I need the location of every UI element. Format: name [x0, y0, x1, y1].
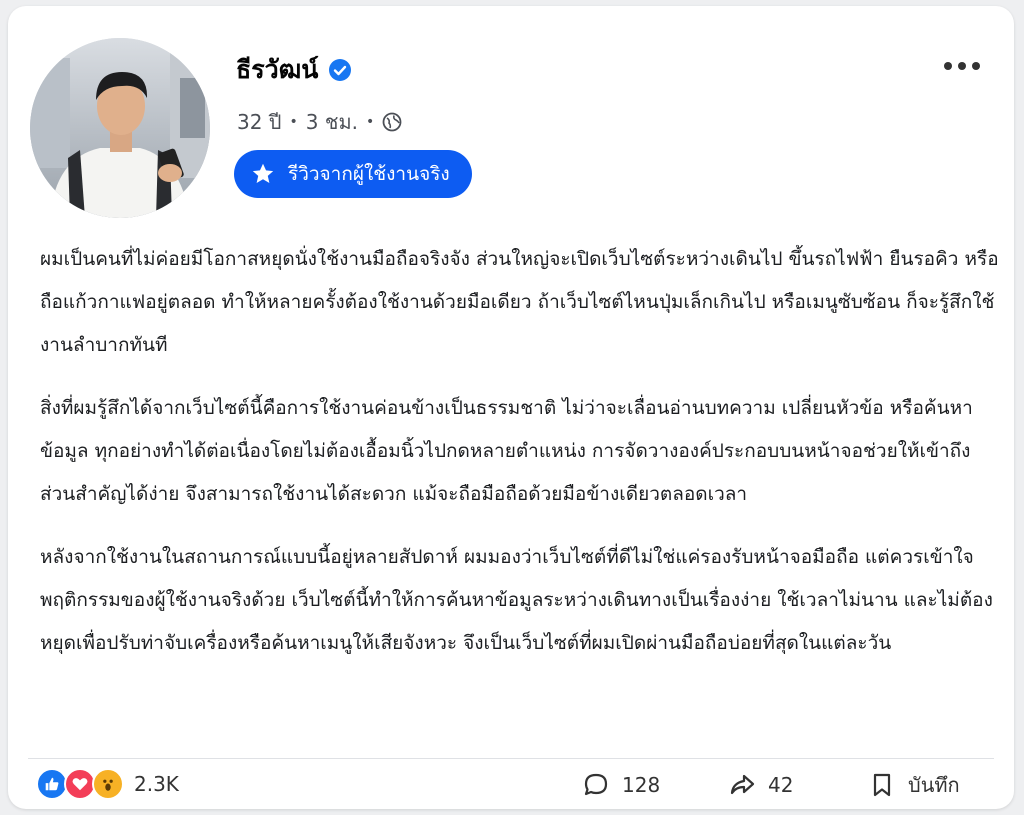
save-label: บันทึก [908, 773, 960, 797]
shares-count: 42 [768, 773, 794, 797]
avatar-photo [30, 38, 210, 218]
reactions-count: 2.3K [134, 772, 179, 796]
share-button[interactable]: 42 [728, 768, 793, 802]
bookmark-icon [873, 773, 891, 797]
post-paragraph-1: ผมเป็นคนที่ไม่ค่อยมีโอกาสหยุดนั่งใช้งานม… [40, 248, 999, 356]
reactions-summary[interactable]: 2.3K [36, 768, 179, 800]
star-icon [252, 163, 274, 183]
review-badge-label: รีวิวจากผู้ใช้งานจริง [288, 163, 450, 185]
comment-button[interactable]: 128 [582, 768, 660, 802]
save-button[interactable]: บันทึก [868, 768, 960, 802]
post-card: ธีรวัฒน์ 32 ปี • 3 ชม. • รีวิวจากผู้ใช้ง… [8, 6, 1014, 809]
verified-icon [329, 59, 352, 81]
post-footer: 2.3K 128 42 บันทึก [8, 762, 1014, 808]
post-paragraph-2: สิ่งที่ผมรู้สึกได้จากเว็บไซต์นี้คือการใช… [40, 397, 973, 505]
author-row: ธีรวัฒน์ [236, 50, 352, 90]
post-meta: 32 ปี • 3 ชม. • [237, 106, 402, 138]
comment-icon [584, 773, 608, 796]
footer-divider [28, 758, 994, 759]
avatar[interactable] [30, 38, 210, 218]
post-time[interactable]: 3 ชม. [306, 106, 358, 138]
comments-count: 128 [622, 773, 661, 797]
post-body: ผมเป็นคนที่ไม่ค่อยมีโอกาสหยุดนั่งใช้งานม… [40, 238, 1000, 685]
author-name[interactable]: ธีรวัฒน์ [236, 50, 318, 90]
share-icon [730, 774, 755, 795]
more-icon[interactable] [944, 56, 980, 76]
author-age: 32 ปี [237, 110, 282, 134]
wow-icon [92, 768, 124, 800]
review-badge[interactable]: รีวิวจากผู้ใช้งานจริง [234, 150, 472, 198]
post-paragraph-3: หลังจากใช้งานในสถานการณ์แบบนี้อยู่หลายสั… [40, 546, 993, 654]
separator-dot: • [365, 114, 375, 130]
globe-icon[interactable] [382, 112, 402, 132]
separator-dot: • [289, 114, 298, 130]
